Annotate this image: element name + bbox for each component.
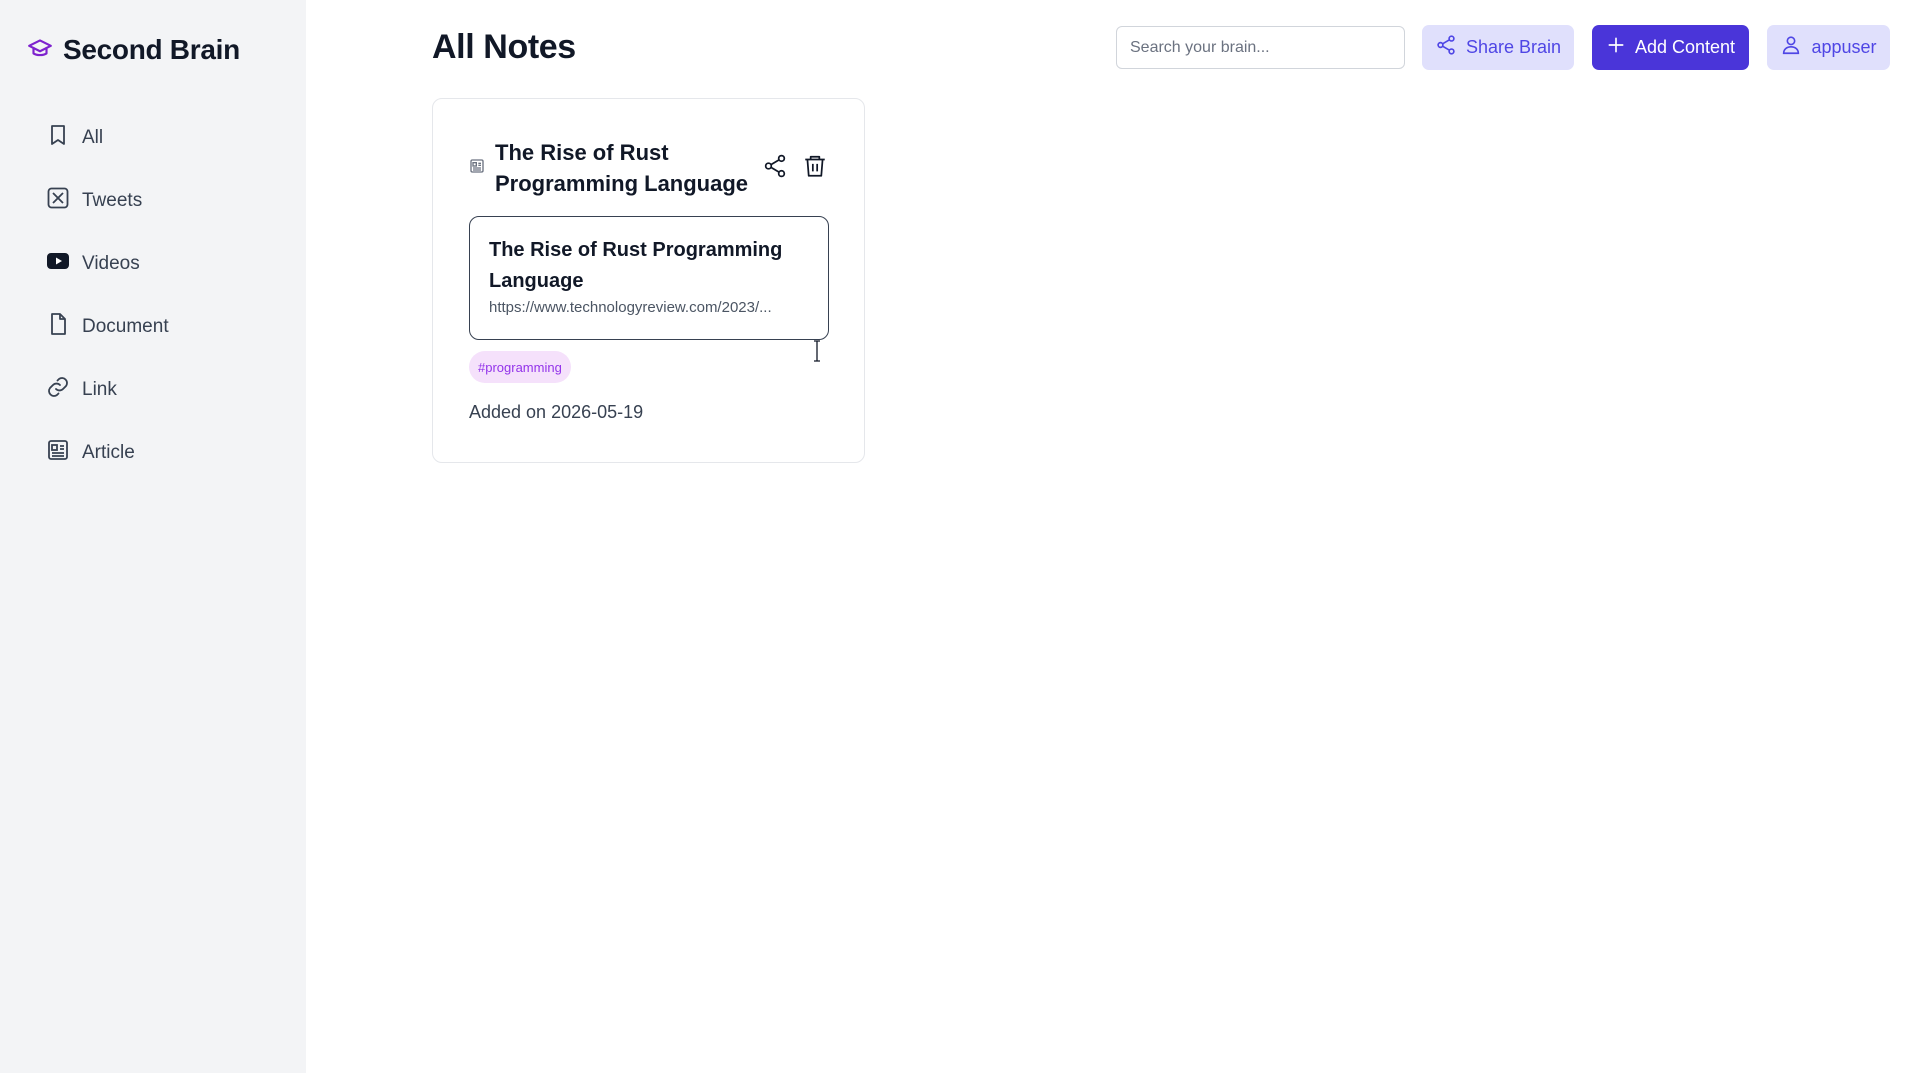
link-preview-url: https://www.technologyreview.com/2023/..…	[489, 299, 772, 316]
share-brain-label: Share Brain	[1465, 37, 1562, 57]
link-icon	[46, 375, 70, 405]
sidebar-item-all[interactable]: All	[46, 118, 169, 158]
share-icon	[1435, 34, 1457, 61]
note-title: The Rise of Rust Programming Language	[495, 140, 749, 196]
note-actions	[762, 153, 828, 184]
main-content: All Notes Share Brain Add Content appuse…	[306, 0, 1920, 1073]
text-cursor-icon	[812, 340, 822, 362]
share-icon[interactable]	[762, 153, 788, 184]
sidebar: Second Brain All Tweets Videos Document	[0, 0, 306, 1073]
sidebar-item-label: Videos	[82, 253, 140, 274]
sidebar-item-link[interactable]: Link	[46, 370, 169, 410]
youtube-icon	[46, 249, 70, 279]
note-card-header: The Rise of Rust Programming Language	[469, 137, 828, 199]
add-content-button[interactable]: Add Content	[1592, 25, 1749, 70]
x-twitter-icon	[46, 186, 70, 216]
plus-icon	[1606, 35, 1626, 60]
user-icon	[1780, 34, 1802, 61]
graduation-cap-icon	[27, 35, 53, 66]
sidebar-item-document[interactable]: Document	[46, 307, 169, 347]
page-title: All Notes	[432, 28, 576, 66]
link-preview[interactable]: The Rise of Rust Programming Language ht…	[469, 216, 829, 340]
note-card[interactable]: The Rise of Rust Programming Language Th…	[432, 98, 865, 463]
newspaper-icon	[46, 438, 70, 468]
username-label: appuser	[1811, 37, 1877, 57]
trash-icon[interactable]	[802, 153, 828, 184]
search-input[interactable]	[1116, 26, 1405, 69]
sidebar-nav: All Tweets Videos Document Link Article	[46, 118, 169, 496]
sidebar-item-label: Article	[82, 442, 135, 463]
sidebar-item-label: Tweets	[82, 190, 143, 211]
sidebar-item-videos[interactable]: Videos	[46, 244, 169, 284]
article-icon	[469, 158, 485, 179]
brand[interactable]: Second Brain	[27, 34, 240, 66]
sidebar-item-label: Document	[82, 316, 169, 337]
bookmark-icon	[46, 123, 70, 153]
sidebar-item-label: All	[82, 127, 104, 148]
link-preview-title: The Rise of Rust Programming Language	[489, 239, 783, 292]
share-brain-button[interactable]: Share Brain	[1422, 25, 1574, 70]
document-icon	[46, 312, 70, 342]
add-content-label: Add Content	[1634, 37, 1736, 57]
sidebar-item-label: Link	[82, 379, 117, 400]
brand-title: Second Brain	[63, 34, 240, 65]
sidebar-item-article[interactable]: Article	[46, 433, 169, 473]
sidebar-item-tweets[interactable]: Tweets	[46, 181, 169, 221]
added-date: Added on 2026-05-19	[469, 402, 644, 422]
tag-badge[interactable]: #programming	[469, 351, 571, 383]
user-menu-button[interactable]: appuser	[1767, 25, 1890, 70]
